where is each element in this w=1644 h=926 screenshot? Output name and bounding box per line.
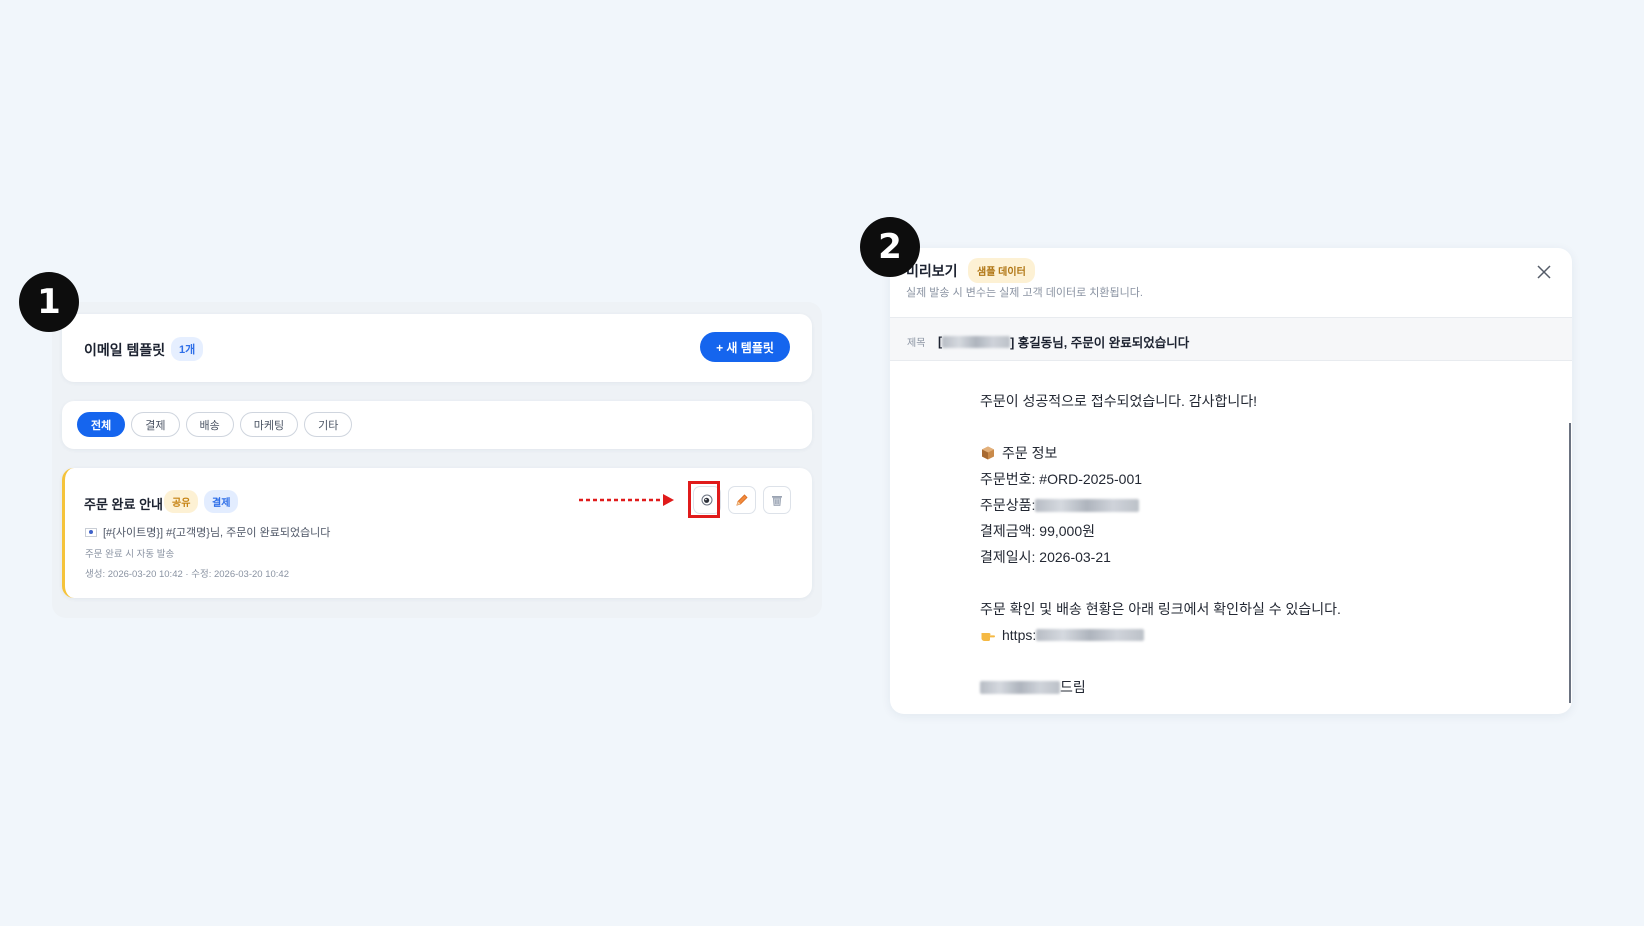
- body-link-row: https:: [980, 622, 1341, 648]
- template-subject: [#{사이트명}] #{고객명}님, 주문이 완료되었습니다: [85, 524, 330, 540]
- template-description: 주문 완료 시 자동 발송: [85, 549, 175, 560]
- filter-chip-shipping[interactable]: 배송: [185, 412, 234, 437]
- filter-chip-other[interactable]: 기타: [304, 412, 353, 437]
- preview-modal: 미리보기 샘플 데이터 실제 발송 시 변수는 실제 고객 데이터로 치환됩니다…: [890, 248, 1572, 714]
- body-closing-row: 드림: [980, 674, 1341, 700]
- subject-bar: 제목 [ ] 홍길동님, 주문이 완료되었습니다: [890, 317, 1572, 361]
- template-count-badge: 1개: [171, 337, 204, 361]
- package-icon: [982, 446, 994, 460]
- redacted-product: [1035, 498, 1140, 512]
- template-dates: 생성: 2026-03-20 10:42 · 수정: 2026-03-20 10…: [85, 569, 289, 580]
- body-product-label: 주문상품:: [980, 497, 1036, 513]
- filter-chip-payment[interactable]: 결제: [131, 412, 180, 437]
- body-amount: 결제금액: 99,000원: [980, 523, 1095, 539]
- redacted-link[interactable]: [1036, 629, 1145, 641]
- pointing-hand-icon: [981, 633, 995, 641]
- trash-icon: [772, 496, 782, 506]
- page-title: 이메일 템플릿: [84, 342, 166, 358]
- pencil-icon: [736, 494, 748, 506]
- body-section-title-row: 주문 정보: [980, 440, 1341, 466]
- subject-suffix: ] 홍길동님, 주문이 완료되었습니다: [1010, 336, 1190, 350]
- subject-label: 제목: [907, 338, 926, 349]
- delete-button[interactable]: [763, 486, 791, 514]
- template-name: 주문 완료 안내: [84, 497, 163, 512]
- preview-highlight-box: [688, 481, 720, 518]
- subject-text: [ ] 홍길동님, 주문이 완료되었습니다: [938, 332, 1189, 351]
- template-subject-text: [#{사이트명}] #{고객명}님, 주문이 완료되었습니다: [103, 527, 331, 539]
- tag-shared: 공유: [164, 490, 199, 513]
- sample-data-badge: 샘플 데이터: [968, 258, 1035, 283]
- step-2-badge: 2: [860, 217, 920, 277]
- redacted-site-name: [942, 335, 1011, 348]
- tag-payment: 결제: [204, 490, 239, 513]
- body-greeting: 주문이 성공적으로 접수되었습니다. 감사합니다!: [980, 393, 1258, 409]
- body-section-title: 주문 정보: [1002, 445, 1058, 461]
- body-link-prefix[interactable]: https:: [1002, 622, 1036, 648]
- filter-chip-marketing[interactable]: 마케팅: [239, 412, 299, 437]
- body-date: 결제일시: 2026-03-21: [980, 549, 1111, 565]
- body-closing-suffix: 드림: [1060, 679, 1086, 695]
- body-order-no: 주문번호: #ORD-2025-001: [980, 471, 1143, 487]
- filter-chip-all[interactable]: 전체: [77, 412, 126, 437]
- flag-icon: [85, 527, 97, 537]
- annotation-arrow: [579, 494, 674, 506]
- body-product-row: 주문상품:: [980, 492, 1341, 518]
- email-body: 주문이 성공적으로 접수되었습니다. 감사합니다! 주문 정보 주문번호: #O…: [980, 388, 1341, 700]
- template-header-card: 이메일 템플릿 1개 + 새 템플릿: [62, 314, 812, 382]
- modal-note: 실제 발송 시 변수는 실제 고객 데이터로 치환됩니다.: [906, 287, 1143, 299]
- new-template-button[interactable]: + 새 템플릿: [700, 332, 790, 362]
- body-guide: 주문 확인 및 배송 현황은 아래 링크에서 확인하실 수 있습니다.: [980, 601, 1341, 617]
- filter-chips: 전체 결제 배송 마케팅 기타: [77, 412, 353, 437]
- scrollbar[interactable]: [1569, 423, 1571, 703]
- edit-button[interactable]: [728, 486, 756, 514]
- step-1-badge: 1: [19, 272, 79, 332]
- close-button[interactable]: [1532, 260, 1556, 284]
- redacted-sender: [980, 680, 1060, 694]
- close-icon: [1537, 265, 1551, 279]
- filter-card: 전체 결제 배송 마케팅 기타: [62, 401, 812, 449]
